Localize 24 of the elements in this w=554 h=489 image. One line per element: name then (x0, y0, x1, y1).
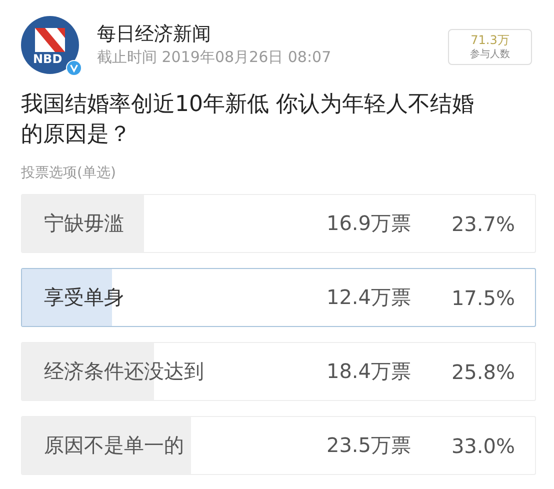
poll-option[interactable]: 享受单身 12.4万票 17.5% (21, 268, 536, 327)
poll-question: 我国结婚率创近10年新低 你认为年轻人不结婚的原因是？ (21, 91, 475, 149)
vote-count: 23.5万票 (325, 432, 411, 459)
option-label: 宁缺毋滥 (43, 210, 125, 237)
option-label: 享受单身 (43, 284, 125, 311)
vote-count: 12.4万票 (325, 284, 411, 311)
participant-label: 参与人数 (469, 48, 511, 62)
poll-option[interactable]: 宁缺毋滥 16.9万票 23.7% (21, 194, 536, 253)
logo-text: NBD (33, 53, 62, 65)
vote-count: 18.4万票 (325, 358, 411, 385)
vote-percent: 23.7% (450, 212, 516, 236)
vote-percent: 25.8% (450, 360, 516, 384)
deadline-text: 截止时间 2019年08月26日 08:07 (97, 47, 332, 68)
vote-count: 16.9万票 (325, 210, 411, 237)
participant-count: 71.3万 (470, 32, 510, 48)
logo-emblem-icon (35, 28, 65, 52)
vote-type-label: 投票选项(单选) (21, 164, 117, 182)
poll-option[interactable]: 原因不是单一的 23.5万票 33.0% (21, 416, 536, 475)
account-name: 每日经济新闻 (97, 22, 212, 46)
vote-percent: 17.5% (450, 286, 516, 310)
option-label: 原因不是单一的 (43, 432, 185, 459)
vote-percent: 33.0% (450, 434, 516, 458)
option-label: 经济条件还没达到 (43, 358, 205, 385)
poll-option[interactable]: 经济条件还没达到 18.4万票 25.8% (21, 342, 536, 401)
